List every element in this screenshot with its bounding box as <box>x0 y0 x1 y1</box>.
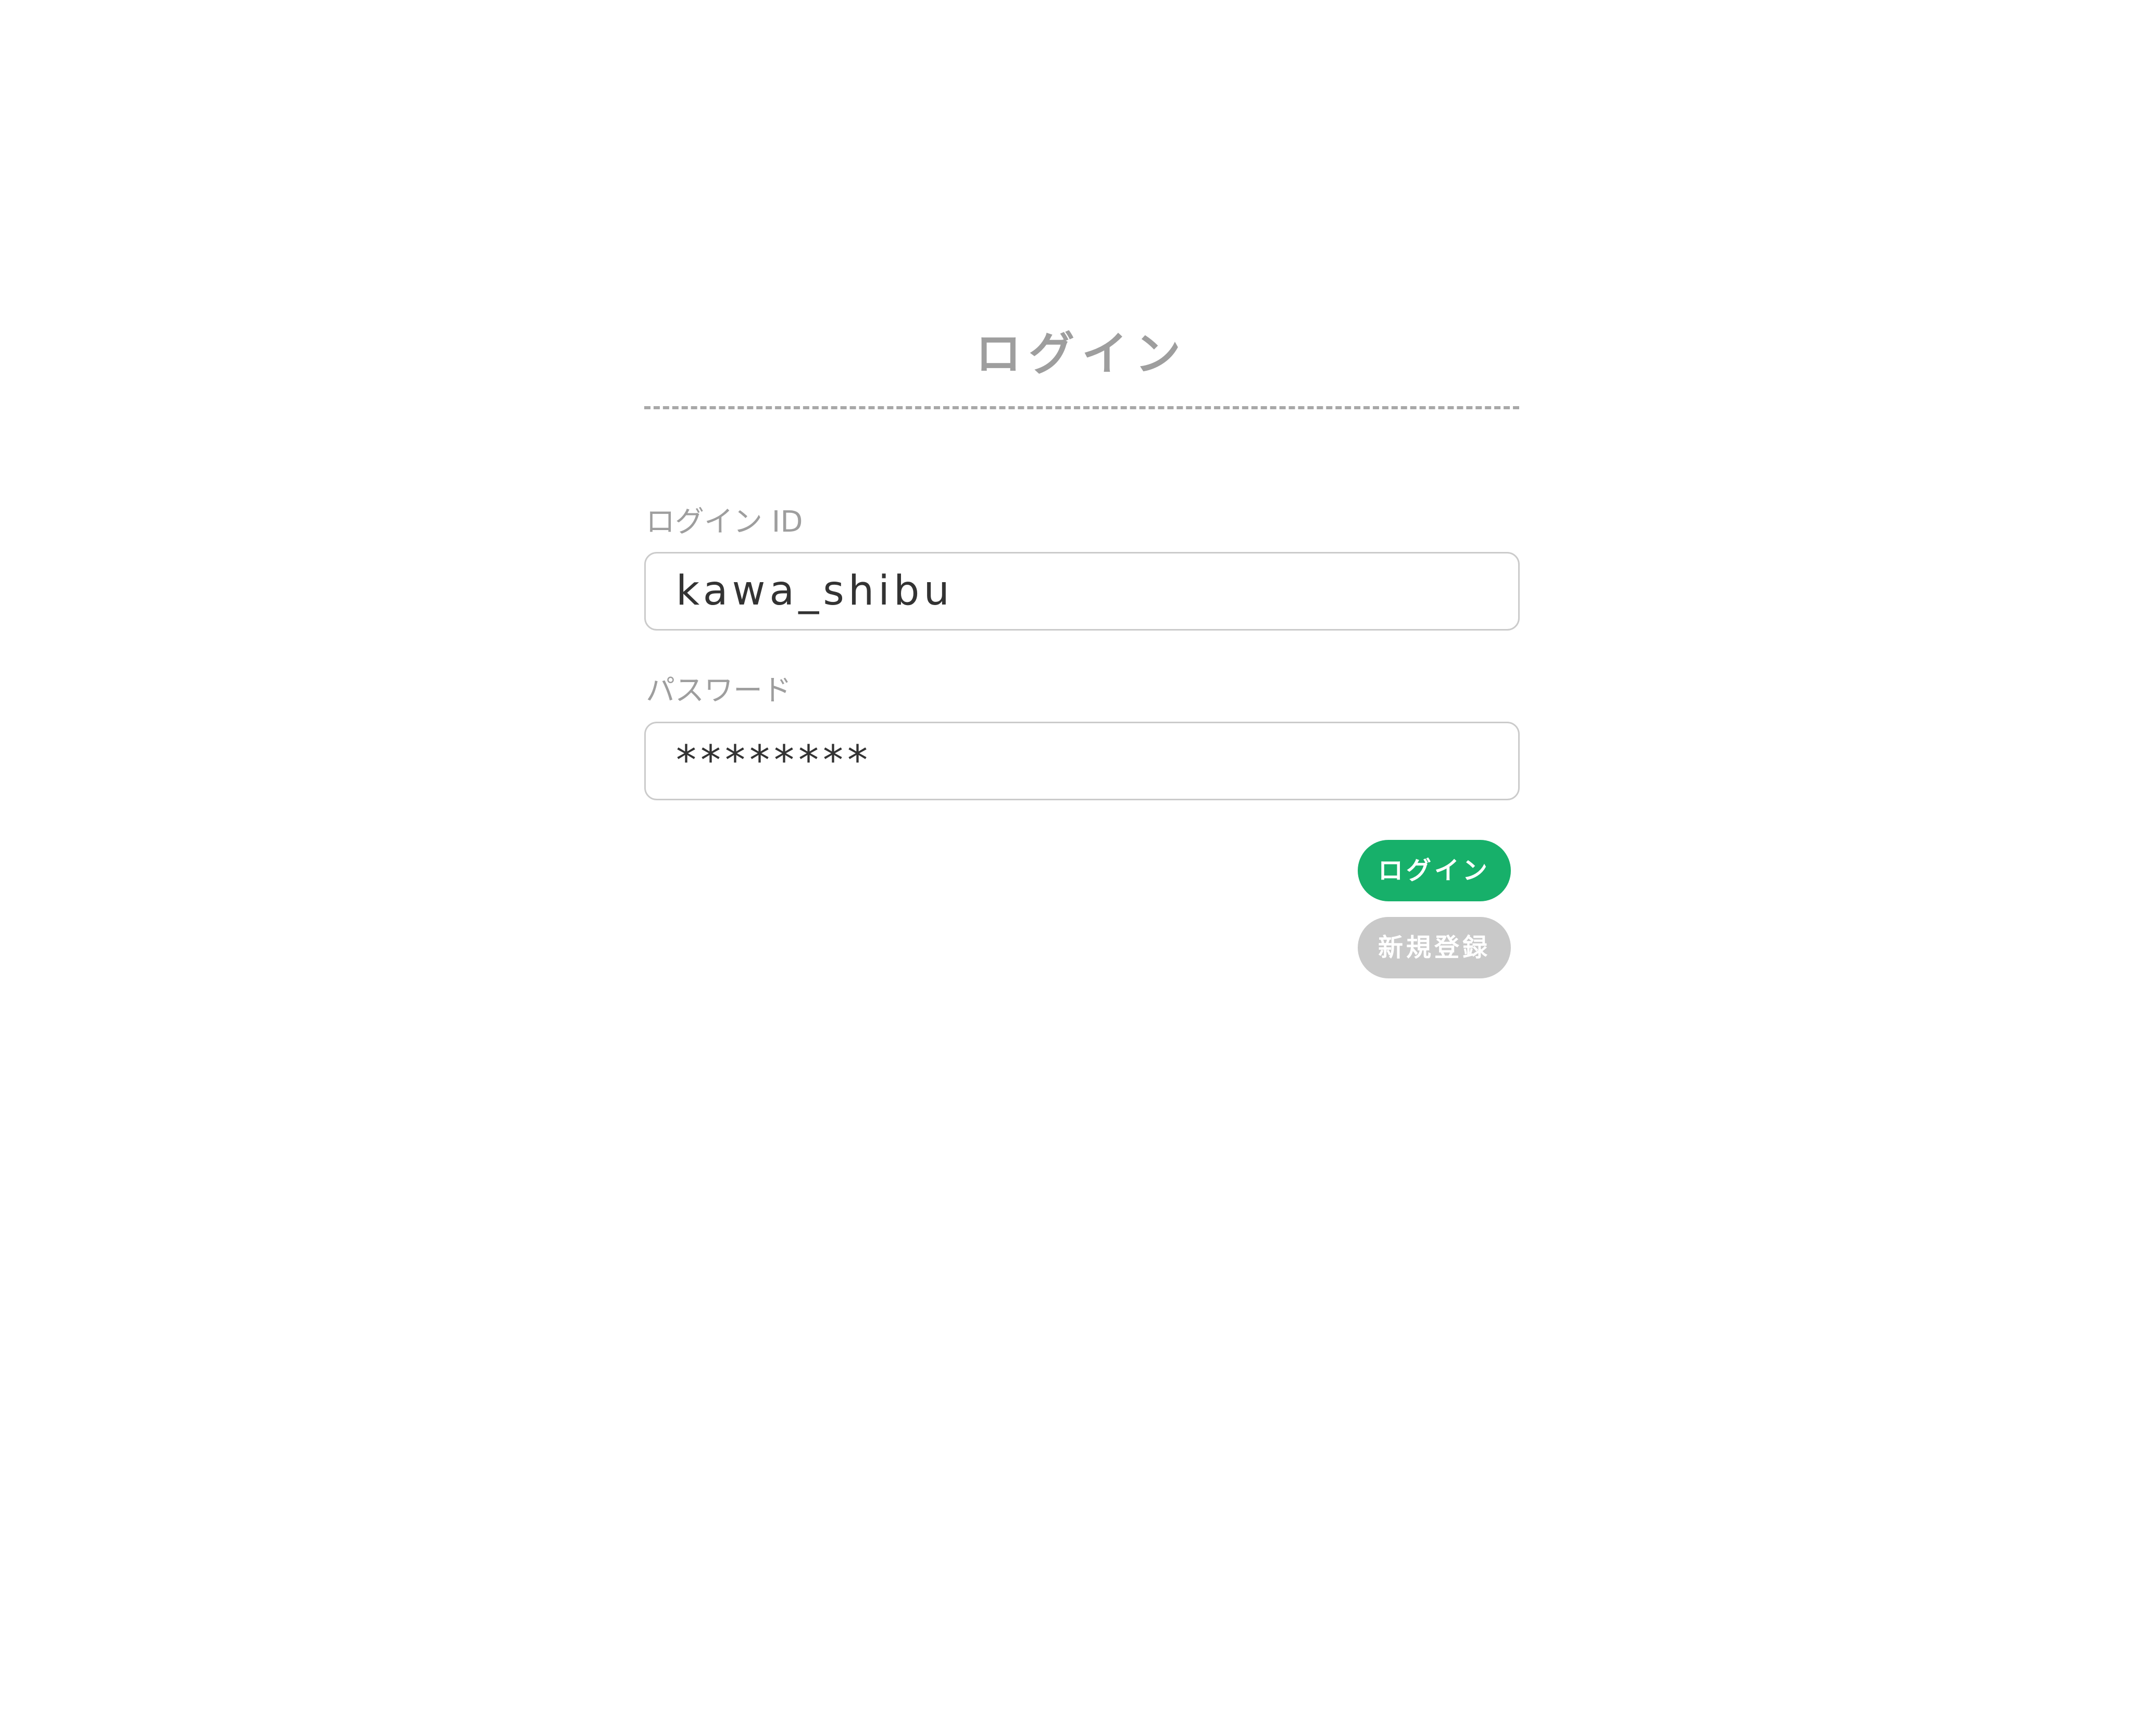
title-divider <box>644 406 1519 409</box>
login-button[interactable]: ログイン <box>1358 840 1511 901</box>
password-input[interactable]: ******** <box>644 722 1520 800</box>
login-id-value: kawa_shibu <box>676 568 954 614</box>
login-id-label: ログイン ID <box>646 505 803 539</box>
password-value: ******** <box>676 737 872 784</box>
page-title: ログイン <box>975 327 1188 381</box>
login-id-input[interactable]: kawa_shibu <box>644 552 1520 631</box>
register-button[interactable]: 新規登録 <box>1358 917 1511 978</box>
password-label: パスワード <box>646 674 792 708</box>
